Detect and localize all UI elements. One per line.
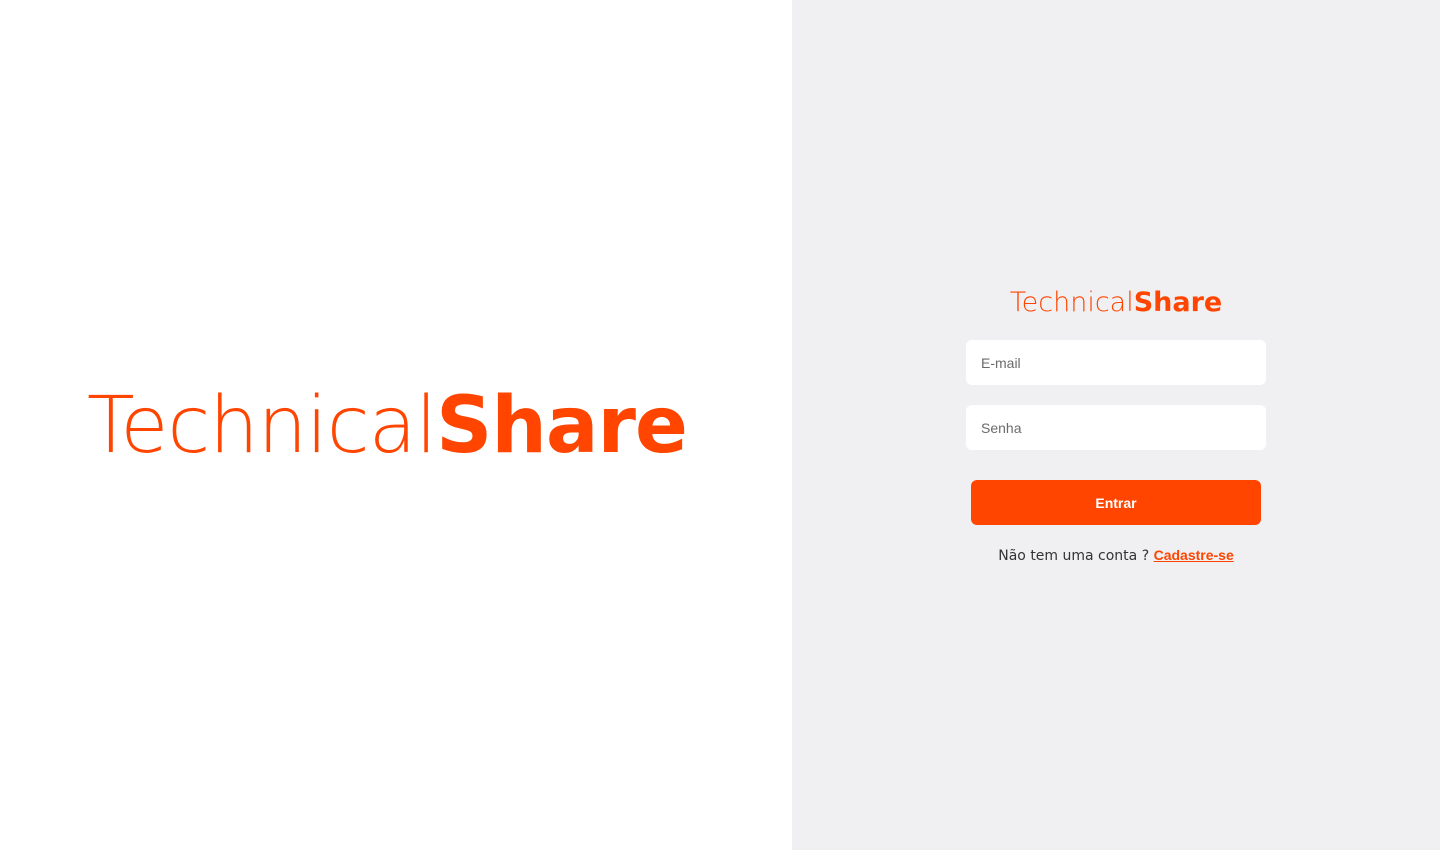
hero-logo-bold: Share xyxy=(436,381,688,471)
email-input[interactable] xyxy=(966,340,1266,385)
form-logo-light: Technical xyxy=(1009,287,1134,318)
brand-panel: TechnicalShare xyxy=(0,0,792,850)
signup-row: Não tem uma conta ? Cadastre-se xyxy=(792,545,1440,566)
signup-link[interactable]: Cadastre-se xyxy=(1154,547,1234,563)
signup-prompt: Não tem uma conta ? xyxy=(998,548,1150,564)
form-logo-bold: Share xyxy=(1133,287,1223,318)
hero-logo-light: Technical xyxy=(87,381,437,471)
form-logo: TechnicalShare xyxy=(792,286,1440,320)
login-button[interactable]: Entrar xyxy=(971,480,1261,525)
hero-logo: TechnicalShare xyxy=(87,380,688,472)
login-panel: TechnicalShare Entrar Não tem uma conta … xyxy=(792,0,1440,850)
password-input[interactable] xyxy=(966,405,1266,450)
login-page: TechnicalShare TechnicalShare Entrar Não… xyxy=(0,0,1440,850)
